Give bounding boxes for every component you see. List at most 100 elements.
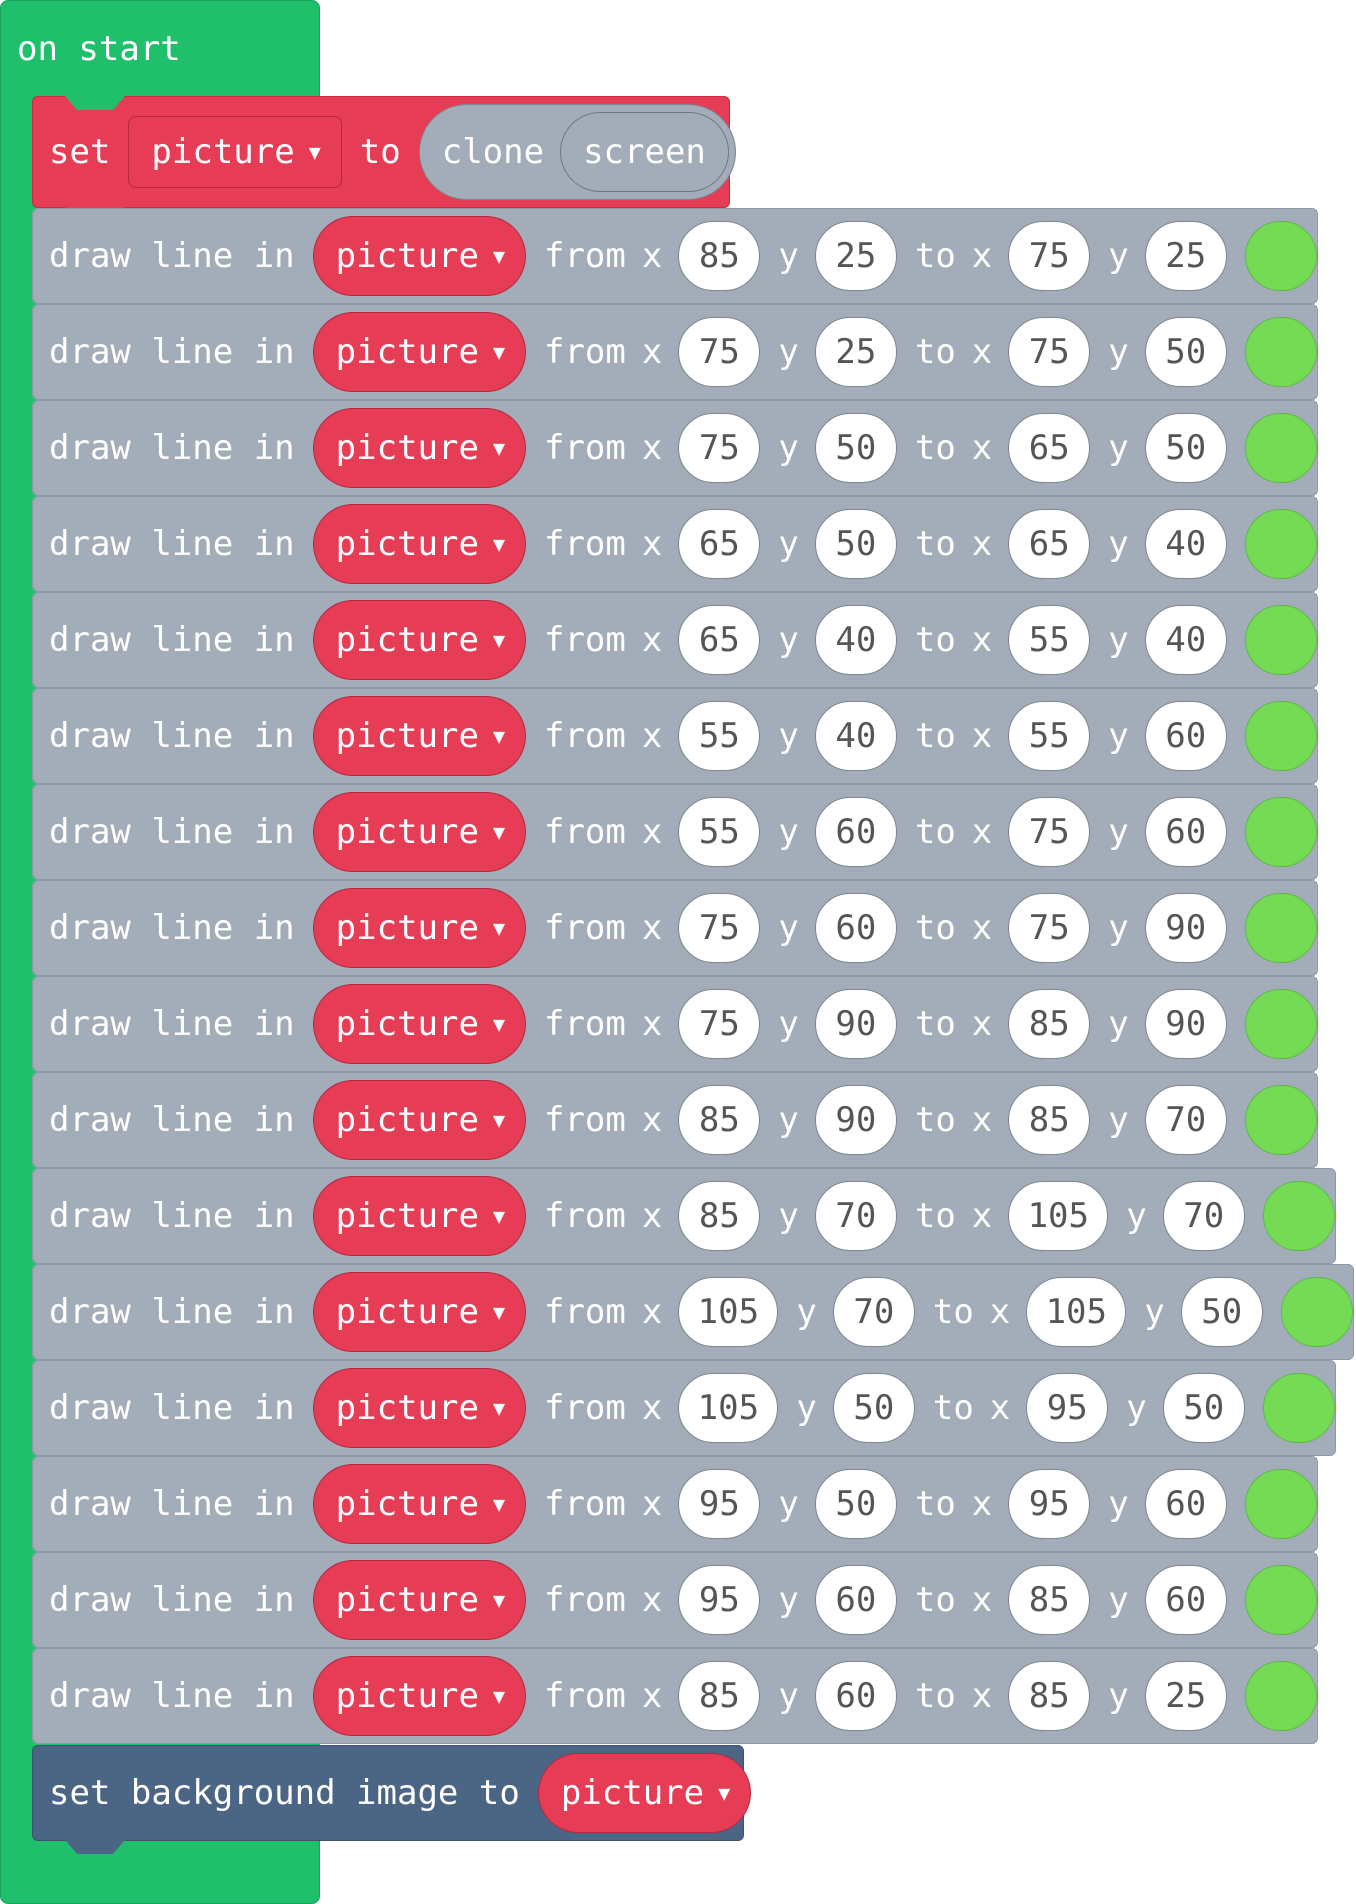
draw-line-block[interactable]: draw line in picture ▼ from x 95 y 50 to x 95 y 60 [32, 1456, 1318, 1552]
color-picker[interactable] [1244, 605, 1317, 675]
draw-line-block[interactable]: draw line in picture ▼ from x 95 y 60 to x 85 y 60 [32, 1552, 1318, 1648]
x1-input[interactable]: 85 [678, 1085, 761, 1155]
y1-input[interactable]: 70 [814, 1181, 897, 1251]
y2-input[interactable]: 25 [1144, 1661, 1227, 1731]
y2-input[interactable]: 90 [1144, 989, 1227, 1059]
x2-input[interactable]: 85 [1008, 1085, 1091, 1155]
y1-input[interactable]: 60 [814, 893, 897, 963]
y2-input[interactable]: 60 [1144, 701, 1227, 771]
y1-input[interactable]: 25 [814, 317, 897, 387]
x1-input[interactable]: 105 [678, 1373, 779, 1443]
x2-input[interactable]: 85 [1008, 1565, 1091, 1635]
color-picker[interactable] [1244, 221, 1317, 291]
y2-input[interactable]: 60 [1144, 797, 1227, 867]
picture-variable-dropdown[interactable]: picture ▼ [312, 1656, 526, 1736]
set-variable-block[interactable]: set picture ▼ to clone screen [32, 96, 736, 221]
picture-variable-dropdown[interactable]: picture ▼ [312, 1080, 526, 1160]
y1-input[interactable]: 40 [814, 605, 897, 675]
x1-input[interactable]: 75 [678, 989, 761, 1059]
y2-input[interactable]: 50 [1144, 413, 1227, 483]
picture-variable-dropdown[interactable]: picture ▼ [312, 1272, 526, 1352]
color-picker[interactable] [1244, 1469, 1317, 1539]
y1-input[interactable]: 50 [814, 1469, 897, 1539]
color-picker[interactable] [1244, 893, 1317, 963]
y2-input[interactable]: 90 [1144, 893, 1227, 963]
x2-input[interactable]: 55 [1008, 605, 1091, 675]
color-picker[interactable] [1280, 1277, 1353, 1347]
y2-input[interactable]: 70 [1162, 1181, 1245, 1251]
x2-input[interactable]: 75 [1008, 797, 1091, 867]
color-picker[interactable] [1244, 1661, 1317, 1731]
y2-input[interactable]: 70 [1144, 1085, 1227, 1155]
draw-line-block[interactable]: draw line in picture ▼ from x 55 y 60 to x 75 y 60 [32, 784, 1318, 880]
color-picker[interactable] [1244, 797, 1317, 867]
x2-input[interactable]: 85 [1008, 989, 1091, 1059]
color-picker[interactable] [1262, 1181, 1335, 1251]
draw-line-block[interactable]: draw line in picture ▼ from x 75 y 50 to x 65 y 50 [32, 400, 1318, 496]
picture-variable-dropdown[interactable]: picture ▼ [312, 312, 526, 392]
y1-input[interactable]: 50 [814, 413, 897, 483]
x2-input[interactable]: 95 [1008, 1469, 1091, 1539]
y1-input[interactable]: 90 [814, 989, 897, 1059]
color-picker[interactable] [1262, 1373, 1335, 1443]
screen-reporter[interactable]: screen [560, 112, 729, 192]
color-picker[interactable] [1244, 1085, 1317, 1155]
picture-variable-dropdown[interactable]: picture ▼ [312, 1176, 526, 1256]
y2-input[interactable]: 60 [1144, 1565, 1227, 1635]
x2-input[interactable]: 105 [1008, 1181, 1109, 1251]
y1-input[interactable]: 50 [832, 1373, 915, 1443]
x1-input[interactable]: 55 [678, 797, 761, 867]
draw-line-block[interactable]: draw line in picture ▼ from x 105 y 70 to x 105 y 50 [32, 1264, 1354, 1360]
picture-variable-dropdown[interactable]: picture ▼ [312, 1464, 526, 1544]
color-picker[interactable] [1244, 509, 1317, 579]
y2-input[interactable]: 50 [1180, 1277, 1263, 1347]
color-picker[interactable] [1244, 989, 1317, 1059]
color-picker[interactable] [1244, 413, 1317, 483]
draw-line-block[interactable]: draw line in picture ▼ from x 85 y 70 to x 105 y 70 [32, 1168, 1336, 1264]
color-picker[interactable] [1244, 701, 1317, 771]
picture-variable-dropdown[interactable]: picture ▼ [312, 504, 526, 584]
picture-variable-dropdown[interactable]: picture ▼ [312, 888, 526, 968]
variable-dropdown[interactable]: picture ▼ [128, 116, 342, 188]
y1-input[interactable]: 60 [814, 1565, 897, 1635]
y2-input[interactable]: 50 [1162, 1373, 1245, 1443]
x2-input[interactable]: 65 [1008, 413, 1091, 483]
x2-input[interactable]: 95 [1026, 1373, 1109, 1443]
draw-line-block[interactable]: draw line in picture ▼ from x 75 y 25 to x 75 y 50 [32, 304, 1318, 400]
x2-input[interactable]: 75 [1008, 317, 1091, 387]
x1-input[interactable]: 85 [678, 1181, 761, 1251]
set-background-image-block[interactable]: set background image to picture ▼ [32, 1745, 752, 1854]
picture-variable-dropdown[interactable]: picture ▼ [312, 1560, 526, 1640]
y1-input[interactable]: 90 [814, 1085, 897, 1155]
x2-input[interactable]: 85 [1008, 1661, 1091, 1731]
color-picker[interactable] [1244, 1565, 1317, 1635]
draw-line-block[interactable]: draw line in picture ▼ from x 55 y 40 to x 55 y 60 [32, 688, 1318, 784]
y1-input[interactable]: 70 [832, 1277, 915, 1347]
draw-line-block[interactable]: draw line in picture ▼ from x 75 y 60 to x 75 y 90 [32, 880, 1318, 976]
x1-input[interactable]: 55 [678, 701, 761, 771]
draw-line-block[interactable]: draw line in picture ▼ from x 65 y 50 to x 65 y 40 [32, 496, 1318, 592]
x1-input[interactable]: 85 [678, 221, 761, 291]
picture-variable-dropdown[interactable]: picture ▼ [312, 408, 526, 488]
x1-input[interactable]: 85 [678, 1661, 761, 1731]
y1-input[interactable]: 40 [814, 701, 897, 771]
x2-input[interactable]: 55 [1008, 701, 1091, 771]
draw-line-block[interactable]: draw line in picture ▼ from x 85 y 60 to x 85 y 25 [32, 1648, 1318, 1744]
y1-input[interactable]: 60 [814, 1661, 897, 1731]
x1-input[interactable]: 75 [678, 317, 761, 387]
y1-input[interactable]: 25 [814, 221, 897, 291]
picture-variable-dropdown[interactable]: picture ▼ [312, 984, 526, 1064]
x2-input[interactable]: 105 [1026, 1277, 1127, 1347]
x2-input[interactable]: 75 [1008, 221, 1091, 291]
x1-input[interactable]: 95 [678, 1469, 761, 1539]
x1-input[interactable]: 65 [678, 509, 761, 579]
y2-input[interactable]: 50 [1144, 317, 1227, 387]
x2-input[interactable]: 65 [1008, 509, 1091, 579]
picture-variable-dropdown[interactable]: picture ▼ [312, 792, 526, 872]
picture-variable-dropdown[interactable]: picture ▼ [312, 696, 526, 776]
y1-input[interactable]: 60 [814, 797, 897, 867]
y2-input[interactable]: 40 [1144, 605, 1227, 675]
y2-input[interactable]: 25 [1144, 221, 1227, 291]
x2-input[interactable]: 75 [1008, 893, 1091, 963]
y2-input[interactable]: 40 [1144, 509, 1227, 579]
